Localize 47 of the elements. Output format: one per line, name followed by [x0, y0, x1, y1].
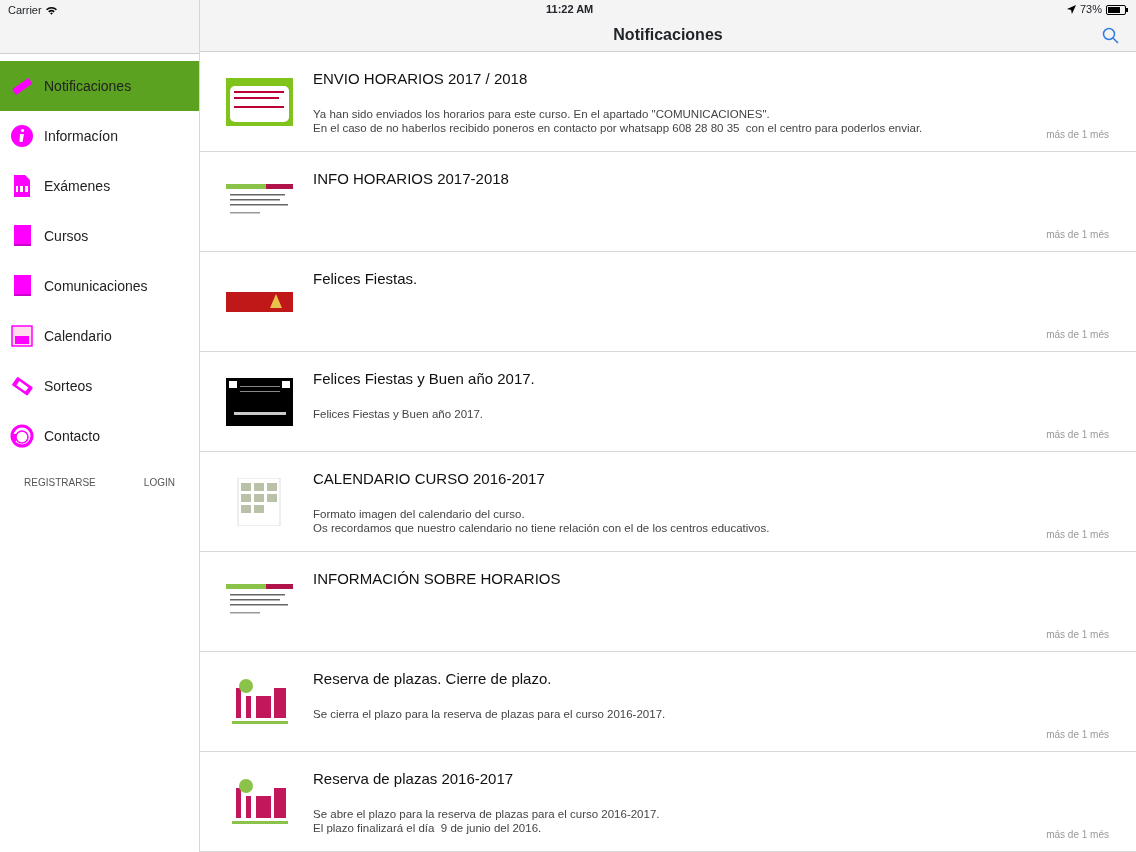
- calendar-icon: [10, 324, 34, 348]
- thumbnail-image: [226, 378, 293, 426]
- notification-time: más de 1 més: [1046, 328, 1109, 342]
- location-arrow-icon: [1066, 5, 1076, 15]
- notification-title: CALENDARIO CURSO 2016-2017: [313, 469, 546, 489]
- notification-time: más de 1 més: [1046, 128, 1109, 142]
- notification-title: Reserva de plazas 2016-2017: [313, 769, 515, 789]
- notification-time: más de 1 més: [1046, 628, 1109, 642]
- notification-text: Ya han sido enviados los horarios para este curso. En el apartado "COMUNICACIONES".: [313, 106, 771, 121]
- notification-text: Felices Fiestas y Buen año 2017.: [313, 406, 485, 421]
- wifi-icon: [45, 5, 57, 15]
- carrier-name: Carrier: [8, 2, 42, 18]
- notification-title: INFO HORARIOS 2017-2018: [313, 169, 509, 189]
- headset-icon: [10, 424, 34, 448]
- notification-text: Formato imagen del calendario del curso.: [313, 506, 526, 521]
- notification-time: más de 1 més: [1046, 528, 1109, 542]
- sidebar-item[interactable]: Calendario: [0, 311, 199, 361]
- notification-title: Reserva de plazas. Cierre de plazo.: [313, 669, 553, 689]
- notification-title: Felices Fiestas y Buen año 2017.: [313, 369, 535, 389]
- notification-time: más de 1 més: [1046, 228, 1109, 242]
- notification-text: En el caso de no haberlos recibido poneros en contacto por whatsapp 608 28 80 35 con el centro para poderlos enviar.: [313, 120, 923, 135]
- battery-percent: 73%: [1079, 2, 1102, 18]
- sidebar-item[interactable]: Cursos: [0, 211, 199, 261]
- sidebar-item[interactable]: Comunicaciones: [0, 261, 199, 311]
- sidebar-item[interactable]: Informacíon: [0, 111, 199, 161]
- sidebar-item[interactable]: Notificaciones: [0, 61, 199, 111]
- notification-time: más de 1 més: [1046, 728, 1109, 742]
- info-icon: [10, 124, 34, 148]
- sidebar-item[interactable]: Sorteos: [0, 361, 199, 411]
- notification-text: El plazo finalizará el día 9 de junio del 2016.: [313, 820, 543, 835]
- notification-text: Se cierra el plazo para la reserva de plazas para el curso 2016-2017.: [313, 706, 666, 721]
- search-icon[interactable]: [1102, 26, 1119, 44]
- notification-title: Felices Fiestas.: [313, 269, 418, 289]
- screen-title: Notificaciones: [613, 25, 723, 46]
- notification-time: más de 1 més: [1046, 828, 1109, 842]
- notification-time: más de 1 més: [1046, 428, 1109, 442]
- nav-link[interactable]: LOGIN: [143, 475, 175, 490]
- battery-icon: [1106, 4, 1128, 15]
- notification-text: Se abre el plazo para la reserva de plazas para el curso 2016-2017.: [313, 806, 660, 821]
- thumbnail-image: [226, 78, 293, 126]
- sidebar-item[interactable]: Contacto: [0, 411, 199, 461]
- notification-text: Os recordamos que nuestro calendario no tiene relación con el de los centros educativos.: [313, 520, 770, 535]
- notification-title: INFORMACIÓN SOBRE HORARIOS: [313, 569, 561, 589]
- sidebar-item[interactable]: Exámenes: [0, 161, 199, 211]
- notification-title: ENVIO HORARIOS 2017 / 2018: [313, 69, 529, 89]
- nav-link[interactable]: REGISTRARSE: [24, 475, 96, 490]
- status-time: 11:22 AM: [546, 2, 594, 18]
